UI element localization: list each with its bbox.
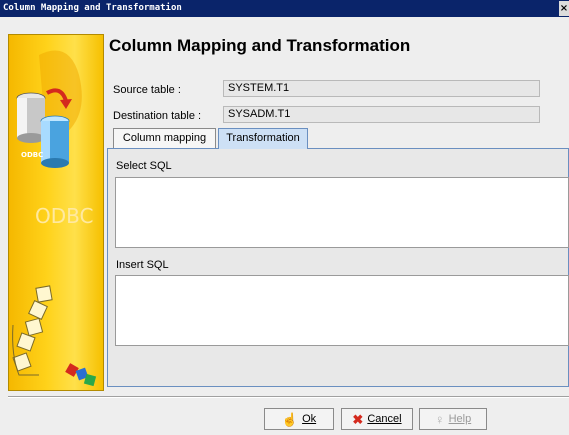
dialog-window: Column Mapping and Transformation × ODBC — [0, 0, 569, 435]
svg-text:ODBC: ODBC — [21, 151, 43, 159]
insert-sql-textarea[interactable] — [115, 275, 569, 346]
source-table-field[interactable]: SYSTEM.T1 — [223, 80, 540, 97]
odbc-sidebar-banner: ODBC ODBC — [8, 34, 104, 391]
destination-table-field[interactable]: SYSADM.T1 — [223, 106, 540, 123]
close-icon[interactable]: × — [559, 1, 569, 16]
window-title: Column Mapping and Transformation — [3, 3, 182, 13]
source-table-label: Source table : — [113, 84, 181, 96]
colored-cubes-icon — [65, 363, 97, 387]
tab-transformation[interactable]: Transformation — [218, 128, 308, 149]
odbc-brand-text: ODBC — [35, 204, 94, 228]
red-x-icon: ✖ — [352, 411, 364, 427]
help-button-label: Help — [448, 413, 472, 425]
title-bar[interactable]: Column Mapping and Transformation × — [0, 0, 569, 17]
ok-button-label: Ok — [302, 413, 317, 425]
select-sql-textarea[interactable] — [115, 177, 569, 248]
insert-sql-label: Insert SQL — [116, 259, 169, 271]
footer-divider — [8, 396, 569, 398]
hand-pointer-icon: ☝ — [281, 411, 299, 427]
destination-table-label: Destination table : — [113, 110, 202, 122]
cancel-button-label: Cancel — [367, 413, 402, 425]
cancel-button[interactable]: ✖ Cancel — [341, 408, 413, 430]
puzzle-tower-icon — [12, 285, 53, 376]
help-button[interactable]: ♀ Help — [419, 408, 487, 430]
ok-button[interactable]: ☝ Ok — [264, 408, 334, 430]
page-title: Column Mapping and Transformation — [109, 36, 411, 55]
lightbulb-icon: ♀ — [434, 411, 445, 427]
select-sql-label: Select SQL — [116, 160, 172, 172]
tab-column-mapping[interactable]: Column mapping — [113, 128, 216, 149]
